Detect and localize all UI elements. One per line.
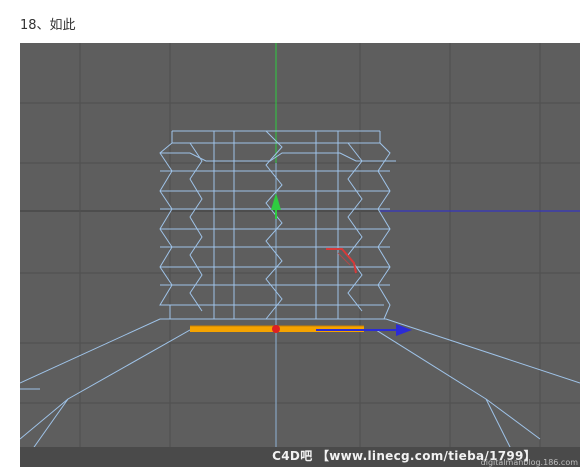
viewport-canvas[interactable] [20,43,580,467]
gizmo-rotation-handle-icon[interactable] [326,248,357,274]
folded-cylinder-mesh[interactable] [159,130,396,320]
floor-wireframe [20,318,580,467]
pivot-point-icon[interactable] [272,325,280,333]
3d-viewport[interactable]: C4D吧 【www.linecg.com/tieba/1799】 digital… [20,43,580,467]
step-caption: 18、如此 [20,18,76,33]
credit-text: digitalmanblog.186.com [480,458,578,467]
gizmo-x-arrow-head-icon[interactable] [396,324,412,336]
floor-grid [20,43,580,467]
